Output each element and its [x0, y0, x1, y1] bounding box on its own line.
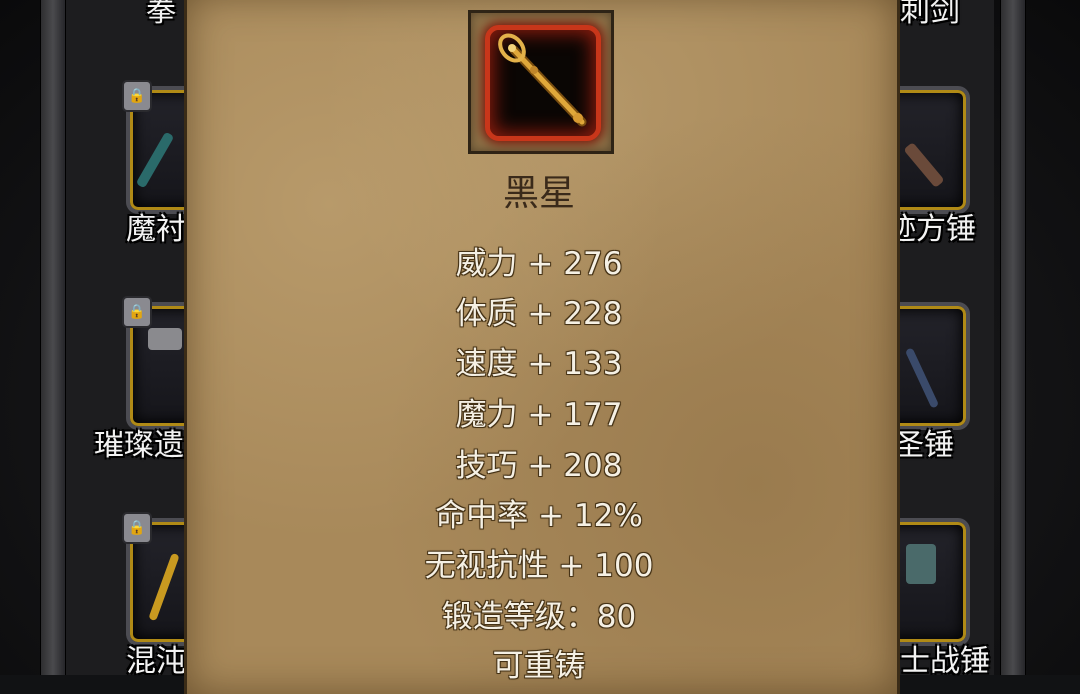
left-frame-bar: [40, 0, 66, 675]
stat-line: 命中率 + 12%: [435, 498, 643, 534]
weapon-icon: [904, 347, 940, 409]
golden-scepter-icon: [485, 25, 601, 141]
hammer-icon: [148, 328, 182, 350]
slot-label-right-3: 士战锤: [900, 644, 990, 679]
slot-label-left-2: 璀璨遗: [94, 428, 184, 463]
slot-label-left-1: 魔衬: [126, 212, 186, 247]
stat-line: 体质 + 228: [455, 296, 623, 332]
stat-line: 魔力 + 177: [455, 397, 623, 433]
weapon-icon: [135, 131, 175, 189]
stat-line: 威力 + 276: [455, 246, 623, 282]
stat-line: 速度 + 133: [455, 346, 623, 382]
stat-line: 无视抗性 + 100: [424, 548, 654, 584]
hammer-icon: [906, 544, 936, 584]
lock-icon: 🔒: [122, 296, 152, 328]
stat-line: 技巧 + 208: [455, 448, 623, 484]
stat-line: 可重铸: [492, 648, 586, 684]
slot-label-right-0: 刺剑: [900, 0, 960, 29]
lock-icon: 🔒: [122, 512, 152, 544]
item-icon-frame: [468, 10, 614, 154]
slot-label-left-3: 混沌: [126, 644, 186, 679]
item-name: 黑星: [502, 173, 575, 214]
right-frame-bar: [1000, 0, 1026, 675]
slot-label-left-0: 拳: [146, 0, 176, 29]
slot-label-right-2: 圣锤: [894, 428, 954, 463]
lock-icon: 🔒: [122, 80, 152, 112]
weapon-icon: [148, 552, 180, 622]
stat-line: 锻造等级：80: [441, 599, 637, 635]
hammer-icon: [903, 141, 945, 189]
